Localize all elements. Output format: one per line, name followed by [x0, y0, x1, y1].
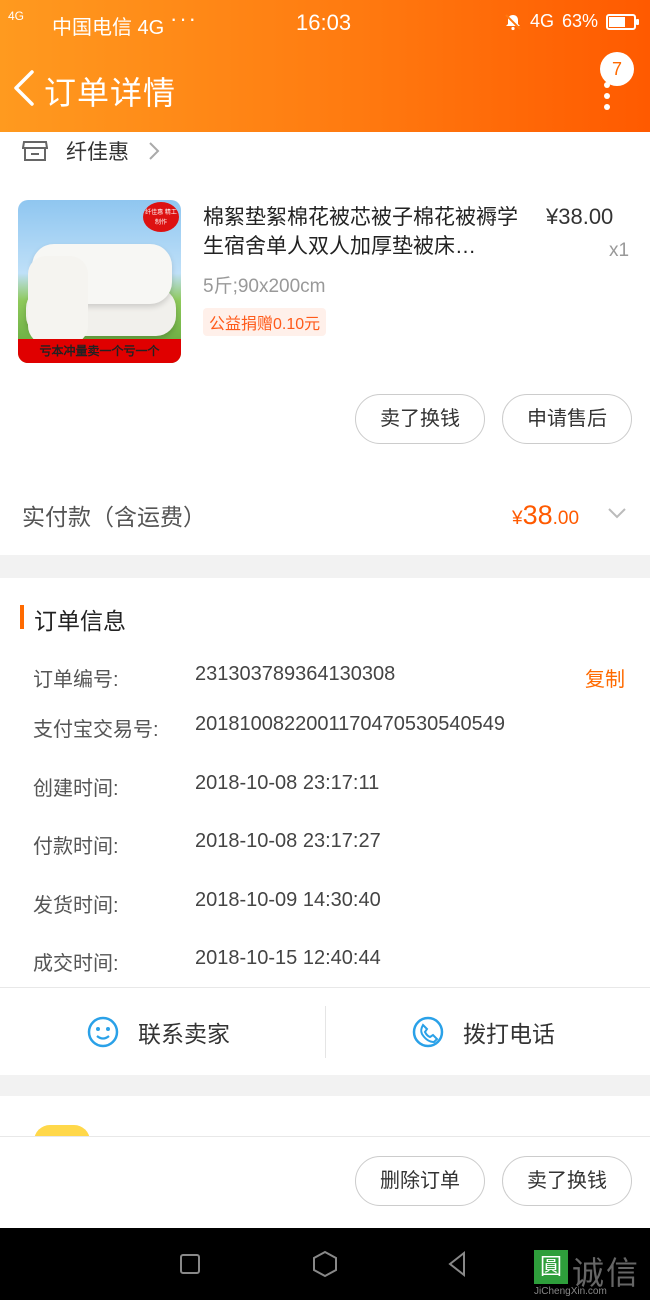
order-info-title: 订单信息	[34, 608, 126, 634]
bottom-sell-for-cash-button[interactable]: 卖了换钱	[502, 1156, 632, 1206]
product-price: ¥38.00	[546, 204, 614, 229]
shop-name: 纤佳惠	[66, 141, 129, 164]
watermark-url: JiChengXin.com	[534, 1286, 607, 1297]
chat-face-icon	[87, 1016, 119, 1048]
back-icon[interactable]	[10, 66, 40, 110]
next-card	[0, 1096, 650, 1136]
more-menu-icon[interactable]	[598, 82, 616, 112]
battery-icon	[606, 13, 639, 30]
currency-symbol: ¥	[512, 508, 523, 529]
product-quantity: x1	[609, 240, 630, 261]
watermark-logo: 圓 诚信 JiChengXin.com	[534, 1248, 644, 1298]
delete-order-button[interactable]: 删除订单	[355, 1156, 485, 1206]
shipped-time-value: 2018-10-09 14:30:40	[195, 889, 381, 911]
page-title: 订单详情	[44, 75, 177, 111]
copy-button[interactable]: 复制	[585, 663, 625, 692]
image-banner: 亏本冲量卖一个亏一个	[18, 339, 181, 363]
amount-decimal: .00	[552, 508, 580, 529]
quilt-shape	[28, 256, 88, 344]
message-badge[interactable]: 7	[600, 52, 634, 86]
contact-seller-label: 联系卖家	[138, 1021, 230, 1047]
home-icon[interactable]	[311, 1250, 339, 1278]
paid-time-label: 付款时间:	[33, 836, 119, 858]
paid-amount-label: 实付款（含运费）	[22, 504, 206, 530]
mute-bell-icon	[505, 13, 521, 30]
phone-icon	[412, 1016, 444, 1048]
header-bar: 4G 中国电信 4G ··· 16:03 4G 63% 订单详情 7	[0, 0, 650, 132]
call-phone-button[interactable]: 拨打电话	[411, 1010, 555, 1054]
created-time-label: 创建时间:	[33, 778, 119, 800]
shop-icon	[22, 141, 48, 161]
product-image[interactable]: 纤佳惠 精工制作 亏本冲量卖一个亏一个	[18, 200, 181, 363]
request-aftersale-button[interactable]: 申请售后	[502, 394, 632, 444]
order-info-card	[0, 578, 650, 1075]
deal-time-value: 2018-10-15 12:40:44	[195, 947, 381, 969]
product-spec: 5斤;90x200cm	[203, 276, 326, 297]
network-label: 4G	[529, 11, 554, 31]
system-nav-bar: 圓 诚信 JiChengXin.com	[0, 1228, 650, 1300]
battery-label: 63%	[561, 11, 598, 31]
alipay-trade-label: 支付宝交易号:	[33, 719, 159, 741]
status-right: 4G 63%	[504, 11, 639, 32]
section-accent-bar	[20, 605, 24, 629]
status-bar: 4G 中国电信 4G ··· 16:03 4G 63%	[0, 0, 650, 46]
carrier-label: 中国电信 4G	[52, 17, 165, 39]
nav-back-icon[interactable]	[444, 1250, 472, 1278]
alipay-trade-value: 2018100822001170470530540549	[195, 713, 505, 735]
nav-bar: 订单详情 7	[0, 46, 650, 132]
vertical-divider	[325, 1006, 326, 1058]
paid-amount[interactable]: ¥38.00	[512, 500, 579, 531]
brand-stamp: 纤佳惠 精工制作	[143, 202, 179, 232]
divider	[0, 987, 650, 988]
order-number-value: 231303789364130308	[195, 663, 396, 685]
shop-link[interactable]: 纤佳惠	[22, 134, 161, 168]
sell-for-cash-button[interactable]: 卖了换钱	[355, 394, 485, 444]
recents-icon[interactable]	[176, 1250, 204, 1278]
contact-seller-button[interactable]: 联系卖家	[86, 1010, 230, 1054]
chevron-down-icon[interactable]	[606, 502, 628, 524]
deal-time-label: 成交时间:	[33, 953, 119, 975]
amount-integer: 38	[522, 500, 553, 530]
chevron-right-icon	[149, 142, 160, 160]
paid-time-value: 2018-10-08 23:17:27	[195, 830, 381, 852]
order-number-label: 订单编号:	[33, 669, 119, 691]
clock: 16:03	[296, 10, 352, 35]
signal-icon: 4G	[8, 9, 25, 23]
shipped-time-label: 发货时间:	[33, 895, 119, 917]
created-time-value: 2018-10-08 23:17:11	[195, 772, 380, 794]
product-title[interactable]: 棉絮垫絮棉花被芯被子棉花被褥学生宿舍单人双人加厚垫被床…	[203, 203, 533, 261]
more-status-icon: ···	[170, 6, 198, 31]
call-phone-label: 拨打电话	[463, 1021, 555, 1047]
watermark-box: 圓	[534, 1250, 568, 1284]
donation-tag: 公益捐赠0.10元	[203, 308, 327, 336]
